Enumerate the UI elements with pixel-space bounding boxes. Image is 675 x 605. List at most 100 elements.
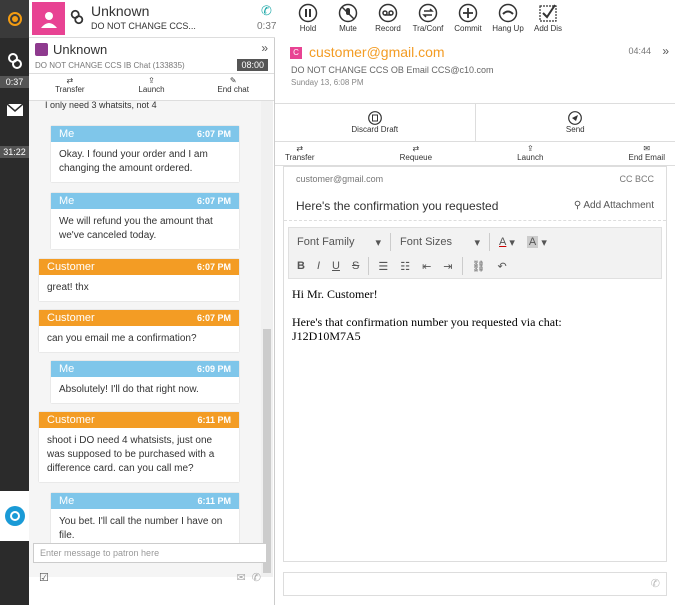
text-color-button[interactable]: A ▾: [493, 232, 521, 252]
subject-field[interactable]: Here's the confirmation you requested: [296, 199, 498, 213]
checklist-icon: [539, 4, 557, 22]
hangup-icon: [498, 3, 518, 23]
to-field[interactable]: customer@gmail.com: [296, 174, 383, 184]
message-text: Okay. I found your order and I am changi…: [59, 149, 208, 174]
email-launch-button[interactable]: ⇪ Launch: [517, 142, 543, 165]
mute-icon: [338, 3, 358, 23]
expand-icon[interactable]: »: [662, 44, 669, 58]
paperclip-icon: ⚲: [573, 200, 582, 211]
active-interaction-header[interactable]: Unknown DO NOT CHANGE CCS... ✆ 0:37: [29, 0, 276, 38]
message-item: Me 6:09 PM Absolutely! I'll do that right…: [51, 361, 239, 403]
rail-timer-call: 0:37: [0, 76, 29, 88]
indent-icon[interactable]: ⇥: [437, 256, 458, 276]
add-dis-button[interactable]: Add Dis: [528, 0, 568, 38]
message-text: shoot i DO need 4 whatsists, just one wa…: [47, 435, 215, 474]
scroll-thumb[interactable]: [263, 329, 271, 573]
phone-icon[interactable]: ✆: [252, 572, 261, 584]
avatar: [32, 2, 65, 35]
email-bottom-input[interactable]: ✆: [283, 572, 667, 596]
transfer-icon: [418, 3, 438, 23]
email-transfer-button[interactable]: ⇄ Transfer: [285, 142, 315, 165]
mute-label: Mute: [339, 24, 357, 33]
end-email-button[interactable]: ✉ End Email: [629, 142, 665, 165]
hold-button[interactable]: Hold: [288, 0, 328, 38]
trash-icon: [367, 111, 382, 125]
mail-icon[interactable]: ✉: [236, 572, 245, 584]
strikethrough-button[interactable]: S: [346, 256, 365, 276]
outdent-icon[interactable]: ⇤: [416, 256, 437, 276]
email-to-row: customer@gmail.com CC BCC: [284, 167, 666, 191]
dropdown-arrow-icon: ▾: [474, 236, 480, 249]
message-time: 6:07 PM: [196, 313, 231, 323]
email-body-editor[interactable]: Hi Mr. Customer! Here's that confirmatio…: [284, 279, 666, 351]
chat-panel: Unknown » DO NOT CHANGE CCS IB Chat (133…: [29, 38, 275, 605]
email-header: C customer@gmail.com DO NOT CHANGE CCS O…: [275, 38, 675, 104]
message-time: 6:07 PM: [196, 262, 231, 272]
message-sender: Customer: [47, 312, 95, 324]
cc-bcc-link[interactable]: CC BCC: [619, 174, 654, 184]
highlight-icon: A: [526, 236, 539, 248]
font-sizes-select[interactable]: Font Sizes ▾: [394, 232, 486, 252]
left-rail: 0:37 31:22: [0, 0, 29, 605]
partial-message: I only need 3 whatsits, not 4: [45, 101, 157, 110]
chat-compose-input[interactable]: Enter message to patron here: [33, 543, 267, 563]
font-family-select[interactable]: Font Family ▾: [291, 232, 387, 252]
hang-up-button[interactable]: Hang Up: [488, 0, 528, 38]
rail-email-item[interactable]: 31:22: [0, 104, 29, 158]
mute-button[interactable]: Mute: [328, 0, 368, 38]
highlight-color-button[interactable]: A ▾: [521, 232, 553, 252]
phone-icon[interactable]: ✆: [651, 577, 660, 590]
chat-bubbles-icon: [7, 53, 22, 69]
expand-icon[interactable]: »: [261, 41, 268, 55]
bullet-list-icon[interactable]: ☰: [372, 256, 394, 276]
message-time: 6:09 PM: [196, 364, 231, 374]
transfer-arrows-icon: ⇄: [296, 144, 304, 153]
requeue-icon: ⇄: [412, 144, 420, 153]
underline-button[interactable]: U: [326, 256, 346, 276]
end-chat-button[interactable]: ✎ End chat: [192, 74, 274, 100]
add-attachment-button[interactable]: ⚲ Add Attachment: [574, 200, 654, 211]
email-editor: customer@gmail.com CC BCC Here's the con…: [283, 166, 667, 562]
link-icon[interactable]: ⛓: [466, 256, 492, 276]
font-family-label: Font Family: [297, 236, 355, 248]
chat-scrollbar[interactable]: [261, 101, 273, 577]
call-toolbar: Hold Mute Record Tra/Conf Commit Hang Up…: [288, 0, 675, 38]
plus-icon: [458, 3, 478, 23]
mail-icon: [6, 104, 23, 116]
bold-button[interactable]: B: [291, 256, 311, 276]
chat-actions: ⇄ Transfer ⇪ Launch ✎ End chat: [29, 74, 274, 101]
compose-toolbar: ☑ ✉ ✆: [33, 566, 267, 588]
transfer-conf-button[interactable]: Tra/Conf: [408, 0, 448, 38]
message-text: Absolutely! I'll do that right now.: [59, 384, 199, 395]
message-text: We will refund you the amount that we've…: [59, 216, 213, 241]
requeue-button[interactable]: ⇄ Requeue: [400, 142, 432, 165]
transfer-conf-label: Tra/Conf: [412, 24, 444, 33]
record-icon: [378, 3, 398, 23]
record-button[interactable]: Record: [368, 0, 408, 38]
hold-label: Hold: [299, 24, 317, 33]
send-icon: [568, 111, 583, 125]
format-toolbar: Font Family ▾ Font Sizes ▾ A ▾ A ▾ B I U S…: [288, 227, 662, 279]
rail-call-item[interactable]: 0:37: [0, 52, 29, 88]
italic-button[interactable]: I: [311, 256, 326, 276]
chat-timer: 08:00: [237, 59, 268, 71]
rail-timer-email: 31:22: [0, 146, 29, 158]
user-icon: [35, 43, 48, 56]
discard-draft-button[interactable]: Discard Draft: [275, 104, 476, 141]
chat-launch-button[interactable]: ⇪ Launch: [111, 74, 193, 100]
message-time: 6:11 PM: [197, 415, 231, 425]
chat-transfer-button[interactable]: ⇄ Transfer: [29, 74, 111, 100]
numbered-list-icon[interactable]: ☷: [394, 256, 416, 276]
mail-icon: ✉: [643, 144, 651, 153]
email-transfer-label: Transfer: [285, 153, 315, 162]
status-dot-icon: [7, 12, 22, 26]
status-indicator[interactable]: [0, 0, 29, 38]
email-subject-row: Here's the confirmation you requested ⚲ …: [284, 191, 666, 221]
checklist-icon[interactable]: ☑: [39, 571, 49, 584]
discard-draft-label: Discard Draft: [351, 125, 399, 134]
send-button[interactable]: Send: [476, 104, 675, 141]
message-sender: Customer: [47, 414, 95, 426]
rail-app-logo[interactable]: [0, 491, 29, 541]
undo-icon[interactable]: ↶: [491, 256, 512, 276]
commit-button[interactable]: Commit: [448, 0, 488, 38]
